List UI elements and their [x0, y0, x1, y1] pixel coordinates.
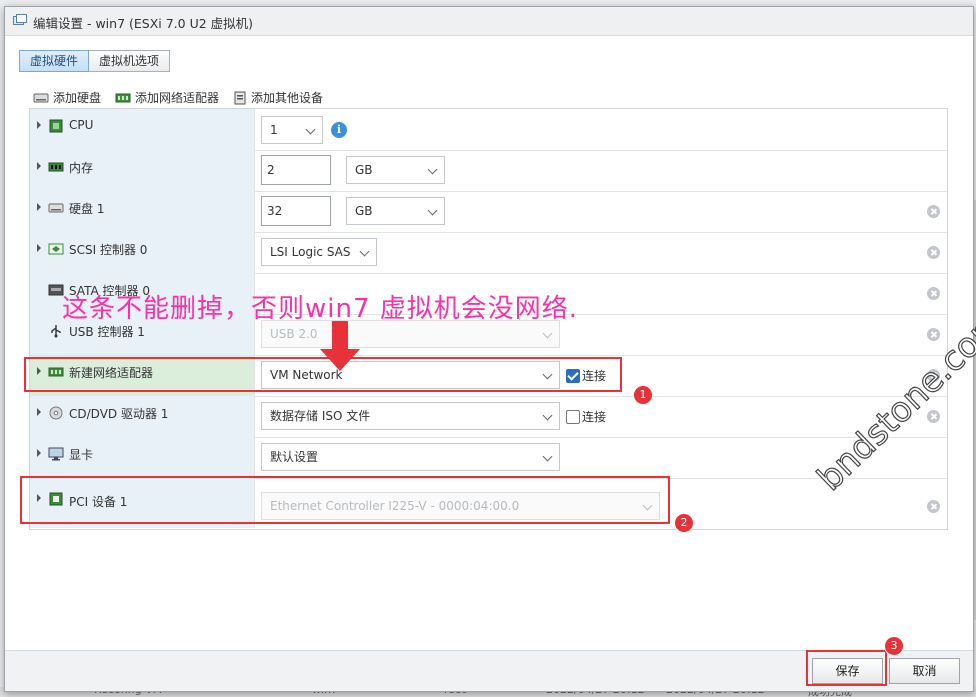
hardware-row-memory: 内存 2 GB: [30, 150, 947, 192]
cdrom-media-select[interactable]: 数据存储 ISO 文件: [261, 402, 560, 430]
usb-type-value: USB 2.0: [270, 327, 318, 341]
scsi-type-select[interactable]: LSI Logic SAS: [261, 238, 377, 266]
settings-tabs: 虚拟硬件 虚拟机选项: [19, 50, 171, 72]
usb-label: USB 控制器 1: [69, 325, 145, 339]
cdrom-connect-label: 连接: [582, 410, 607, 424]
row-label: CD/DVD 驱动器 1: [30, 396, 255, 437]
edit-settings-dialog: 编辑设置 - win7 (ESXi 7.0 U2 虚拟机) 虚拟硬件 虚拟机选项…: [4, 6, 974, 692]
remove-device-icon[interactable]: [927, 410, 940, 423]
cd-dvd-icon: [49, 406, 63, 420]
other-device-icon: [234, 91, 246, 104]
expand-caret-icon[interactable]: [37, 408, 41, 416]
usb-icon: [51, 325, 61, 338]
add-disk-label: 添加硬盘: [53, 91, 102, 105]
tab-vm-options[interactable]: 虚拟机选项: [89, 50, 171, 72]
chevron-down-icon: [542, 410, 553, 421]
disk-unit-value: GB: [355, 204, 373, 218]
cdrom-label: CD/DVD 驱动器 1: [69, 407, 169, 421]
hard-disk-icon: [33, 93, 49, 102]
remove-device-icon[interactable]: [927, 500, 940, 513]
network-adapter-icon: [115, 93, 131, 102]
scsi-controller-icon: [48, 243, 64, 255]
remove-device-icon[interactable]: [927, 246, 940, 259]
remove-device-icon[interactable]: [927, 205, 940, 218]
vm-edit-icon: [13, 14, 27, 25]
memory-unit-select[interactable]: GB: [346, 156, 445, 184]
remove-device-icon[interactable]: [927, 287, 940, 300]
row-label: 内存: [30, 150, 255, 191]
row-label: SCSI 控制器 0: [30, 232, 255, 273]
scsi-type-value: LSI Logic SAS: [270, 245, 351, 259]
cpu-icon: [49, 119, 63, 133]
expand-caret-icon[interactable]: [37, 244, 41, 252]
annotation-box-save: [806, 650, 887, 686]
cpu-label: CPU: [69, 118, 94, 132]
add-nic-button[interactable]: 添加网络适配器: [115, 89, 219, 106]
expand-caret-icon[interactable]: [37, 449, 41, 457]
chevron-down-icon: [542, 328, 553, 339]
row-label: 显卡: [30, 437, 255, 478]
hardware-toolbar: 添加硬盘 添加网络适配器 添加其他设备: [33, 89, 323, 106]
disk-size-input[interactable]: 32: [261, 196, 331, 226]
cancel-button[interactable]: 取消: [889, 658, 960, 684]
dialog-title: 编辑设置 - win7 (ESXi 7.0 U2 虚拟机): [33, 16, 254, 31]
chevron-down-icon: [427, 205, 438, 216]
remove-device-icon[interactable]: [927, 328, 940, 341]
cpu-count-value: 1: [270, 123, 278, 137]
memory-size-input[interactable]: 2: [261, 155, 331, 185]
hardware-row-video: 显卡 默认设置: [30, 437, 947, 479]
annotation-arrow-down-icon: [320, 321, 360, 371]
annotation-box-pci: [20, 476, 670, 524]
disk-unit-select[interactable]: GB: [346, 197, 445, 225]
add-other-device-label: 添加其他设备: [251, 91, 324, 105]
tab-virtual-hardware[interactable]: 虚拟硬件: [19, 50, 90, 72]
cpu-count-select[interactable]: 1: [261, 116, 323, 144]
annotation-warning-text: 这条不能删掉，否则win7 虚拟机会没网络.: [62, 294, 579, 324]
add-nic-label: 添加网络适配器: [135, 91, 220, 105]
memory-unit-value: GB: [355, 163, 373, 177]
memory-label: 内存: [69, 161, 94, 175]
monitor-icon: [48, 447, 64, 461]
disk-label: 硬盘 1: [69, 202, 105, 216]
expand-caret-icon[interactable]: [37, 121, 41, 129]
add-other-device-button[interactable]: 添加其他设备: [233, 89, 323, 106]
annotation-badge-2: 2: [674, 513, 694, 533]
expand-caret-icon[interactable]: [37, 162, 41, 170]
cdrom-media-value: 数据存储 ISO 文件: [270, 409, 371, 423]
chevron-down-icon: [427, 164, 438, 175]
hard-disk-icon: [48, 203, 64, 213]
scsi-label: SCSI 控制器 0: [69, 243, 148, 257]
video-settings-select[interactable]: 默认设置: [261, 443, 560, 471]
dialog-titlebar: 编辑设置 - win7 (ESXi 7.0 U2 虚拟机): [5, 7, 973, 36]
info-icon[interactable]: i: [331, 122, 347, 138]
chevron-down-icon: [305, 124, 316, 135]
add-disk-button[interactable]: 添加硬盘: [33, 89, 101, 106]
hardware-row-cdrom: CD/DVD 驱动器 1 数据存储 ISO 文件 连接: [30, 396, 947, 438]
video-settings-value: 默认设置: [270, 450, 319, 464]
hardware-row-disk: 硬盘 1 32 GB: [30, 191, 947, 233]
chevron-down-icon: [359, 246, 370, 257]
annotation-badge-1: 1: [633, 385, 653, 405]
cdrom-connect-checkbox[interactable]: [566, 410, 580, 424]
memory-icon: [48, 162, 64, 172]
annotation-badge-3: 3: [884, 636, 904, 656]
chevron-down-icon: [542, 451, 553, 462]
row-label: CPU: [30, 109, 255, 150]
hardware-row-cpu: CPU 1 i: [30, 109, 947, 151]
video-label: 显卡: [69, 448, 94, 462]
expand-caret-icon[interactable]: [37, 203, 41, 211]
row-label: 硬盘 1: [30, 191, 255, 232]
hardware-row-scsi: SCSI 控制器 0 LSI Logic SAS: [30, 232, 947, 274]
